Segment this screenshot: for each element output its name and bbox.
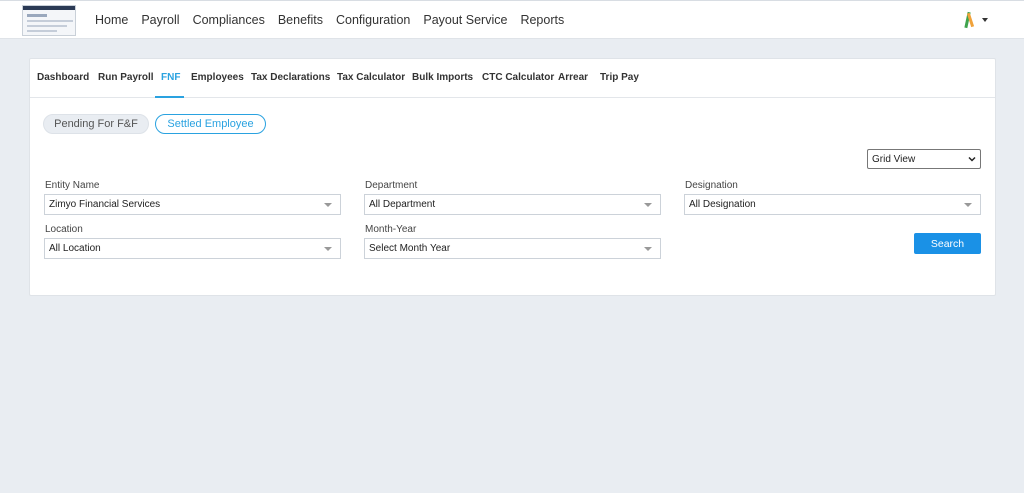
- dropdown-arrow-icon: [324, 247, 332, 251]
- nav-payout-service[interactable]: Payout Service: [423, 13, 507, 27]
- nav-home[interactable]: Home: [95, 13, 128, 27]
- tab-tax-calculator[interactable]: Tax Calculator: [337, 72, 405, 83]
- payroll-subtabs: Dashboard Run Payroll FNF Employees Tax …: [30, 59, 995, 98]
- main-nav: Home Payroll Compliances Benefits Config…: [95, 1, 577, 39]
- month-year-label: Month-Year: [365, 224, 417, 235]
- dropdown-arrow-icon: [644, 247, 652, 251]
- month-year-value: Select Month Year: [369, 243, 451, 254]
- caret-down-icon: [982, 18, 988, 22]
- designation-value: All Designation: [689, 199, 756, 210]
- dropdown-arrow-icon: [644, 203, 652, 207]
- nav-benefits[interactable]: Benefits: [278, 13, 323, 27]
- department-value: All Department: [369, 199, 436, 210]
- location-value: All Location: [49, 243, 101, 254]
- company-logo[interactable]: [22, 5, 76, 36]
- department-label: Department: [365, 180, 418, 191]
- nav-reports[interactable]: Reports: [520, 13, 564, 27]
- active-tab-indicator: [155, 96, 184, 98]
- nav-payroll[interactable]: Payroll: [141, 13, 179, 27]
- user-menu[interactable]: [964, 11, 988, 29]
- settled-employee-pill[interactable]: Settled Employee: [155, 114, 266, 134]
- tab-run-payroll[interactable]: Run Payroll: [98, 72, 154, 83]
- department-dropdown[interactable]: All Department: [364, 194, 661, 215]
- location-label: Location: [45, 224, 83, 235]
- tab-tax-declarations[interactable]: Tax Declarations: [251, 72, 330, 83]
- user-avatar-icon: [964, 11, 975, 29]
- search-button[interactable]: Search: [914, 233, 981, 254]
- designation-label: Designation: [685, 180, 738, 191]
- tab-dashboard[interactable]: Dashboard: [37, 72, 89, 83]
- tab-employees[interactable]: Employees: [191, 72, 244, 83]
- tab-fnf[interactable]: FNF: [161, 72, 180, 83]
- pending-fnf-pill[interactable]: Pending For F&F: [43, 114, 149, 134]
- tab-arrear[interactable]: Arrear: [558, 72, 588, 83]
- tab-trip-pay[interactable]: Trip Pay: [600, 72, 639, 83]
- entity-name-value: Zimyo Financial Services: [49, 199, 161, 210]
- nav-configuration[interactable]: Configuration: [336, 13, 410, 27]
- dropdown-arrow-icon: [324, 203, 332, 207]
- view-mode-select[interactable]: Grid View: [867, 149, 981, 169]
- month-year-dropdown[interactable]: Select Month Year: [364, 238, 661, 259]
- entity-name-label: Entity Name: [45, 180, 100, 191]
- dropdown-arrow-icon: [964, 203, 972, 207]
- top-navbar: Home Payroll Compliances Benefits Config…: [0, 0, 1024, 39]
- designation-dropdown[interactable]: All Designation: [684, 194, 981, 215]
- fnf-card: Dashboard Run Payroll FNF Employees Tax …: [29, 58, 996, 296]
- entity-name-dropdown[interactable]: Zimyo Financial Services: [44, 194, 341, 215]
- nav-compliances[interactable]: Compliances: [193, 13, 265, 27]
- chevron-down-icon: [968, 156, 976, 162]
- tab-bulk-imports[interactable]: Bulk Imports: [412, 72, 473, 83]
- view-mode-value: Grid View: [872, 153, 916, 165]
- location-dropdown[interactable]: All Location: [44, 238, 341, 259]
- tab-ctc-calculator[interactable]: CTC Calculator: [482, 72, 554, 83]
